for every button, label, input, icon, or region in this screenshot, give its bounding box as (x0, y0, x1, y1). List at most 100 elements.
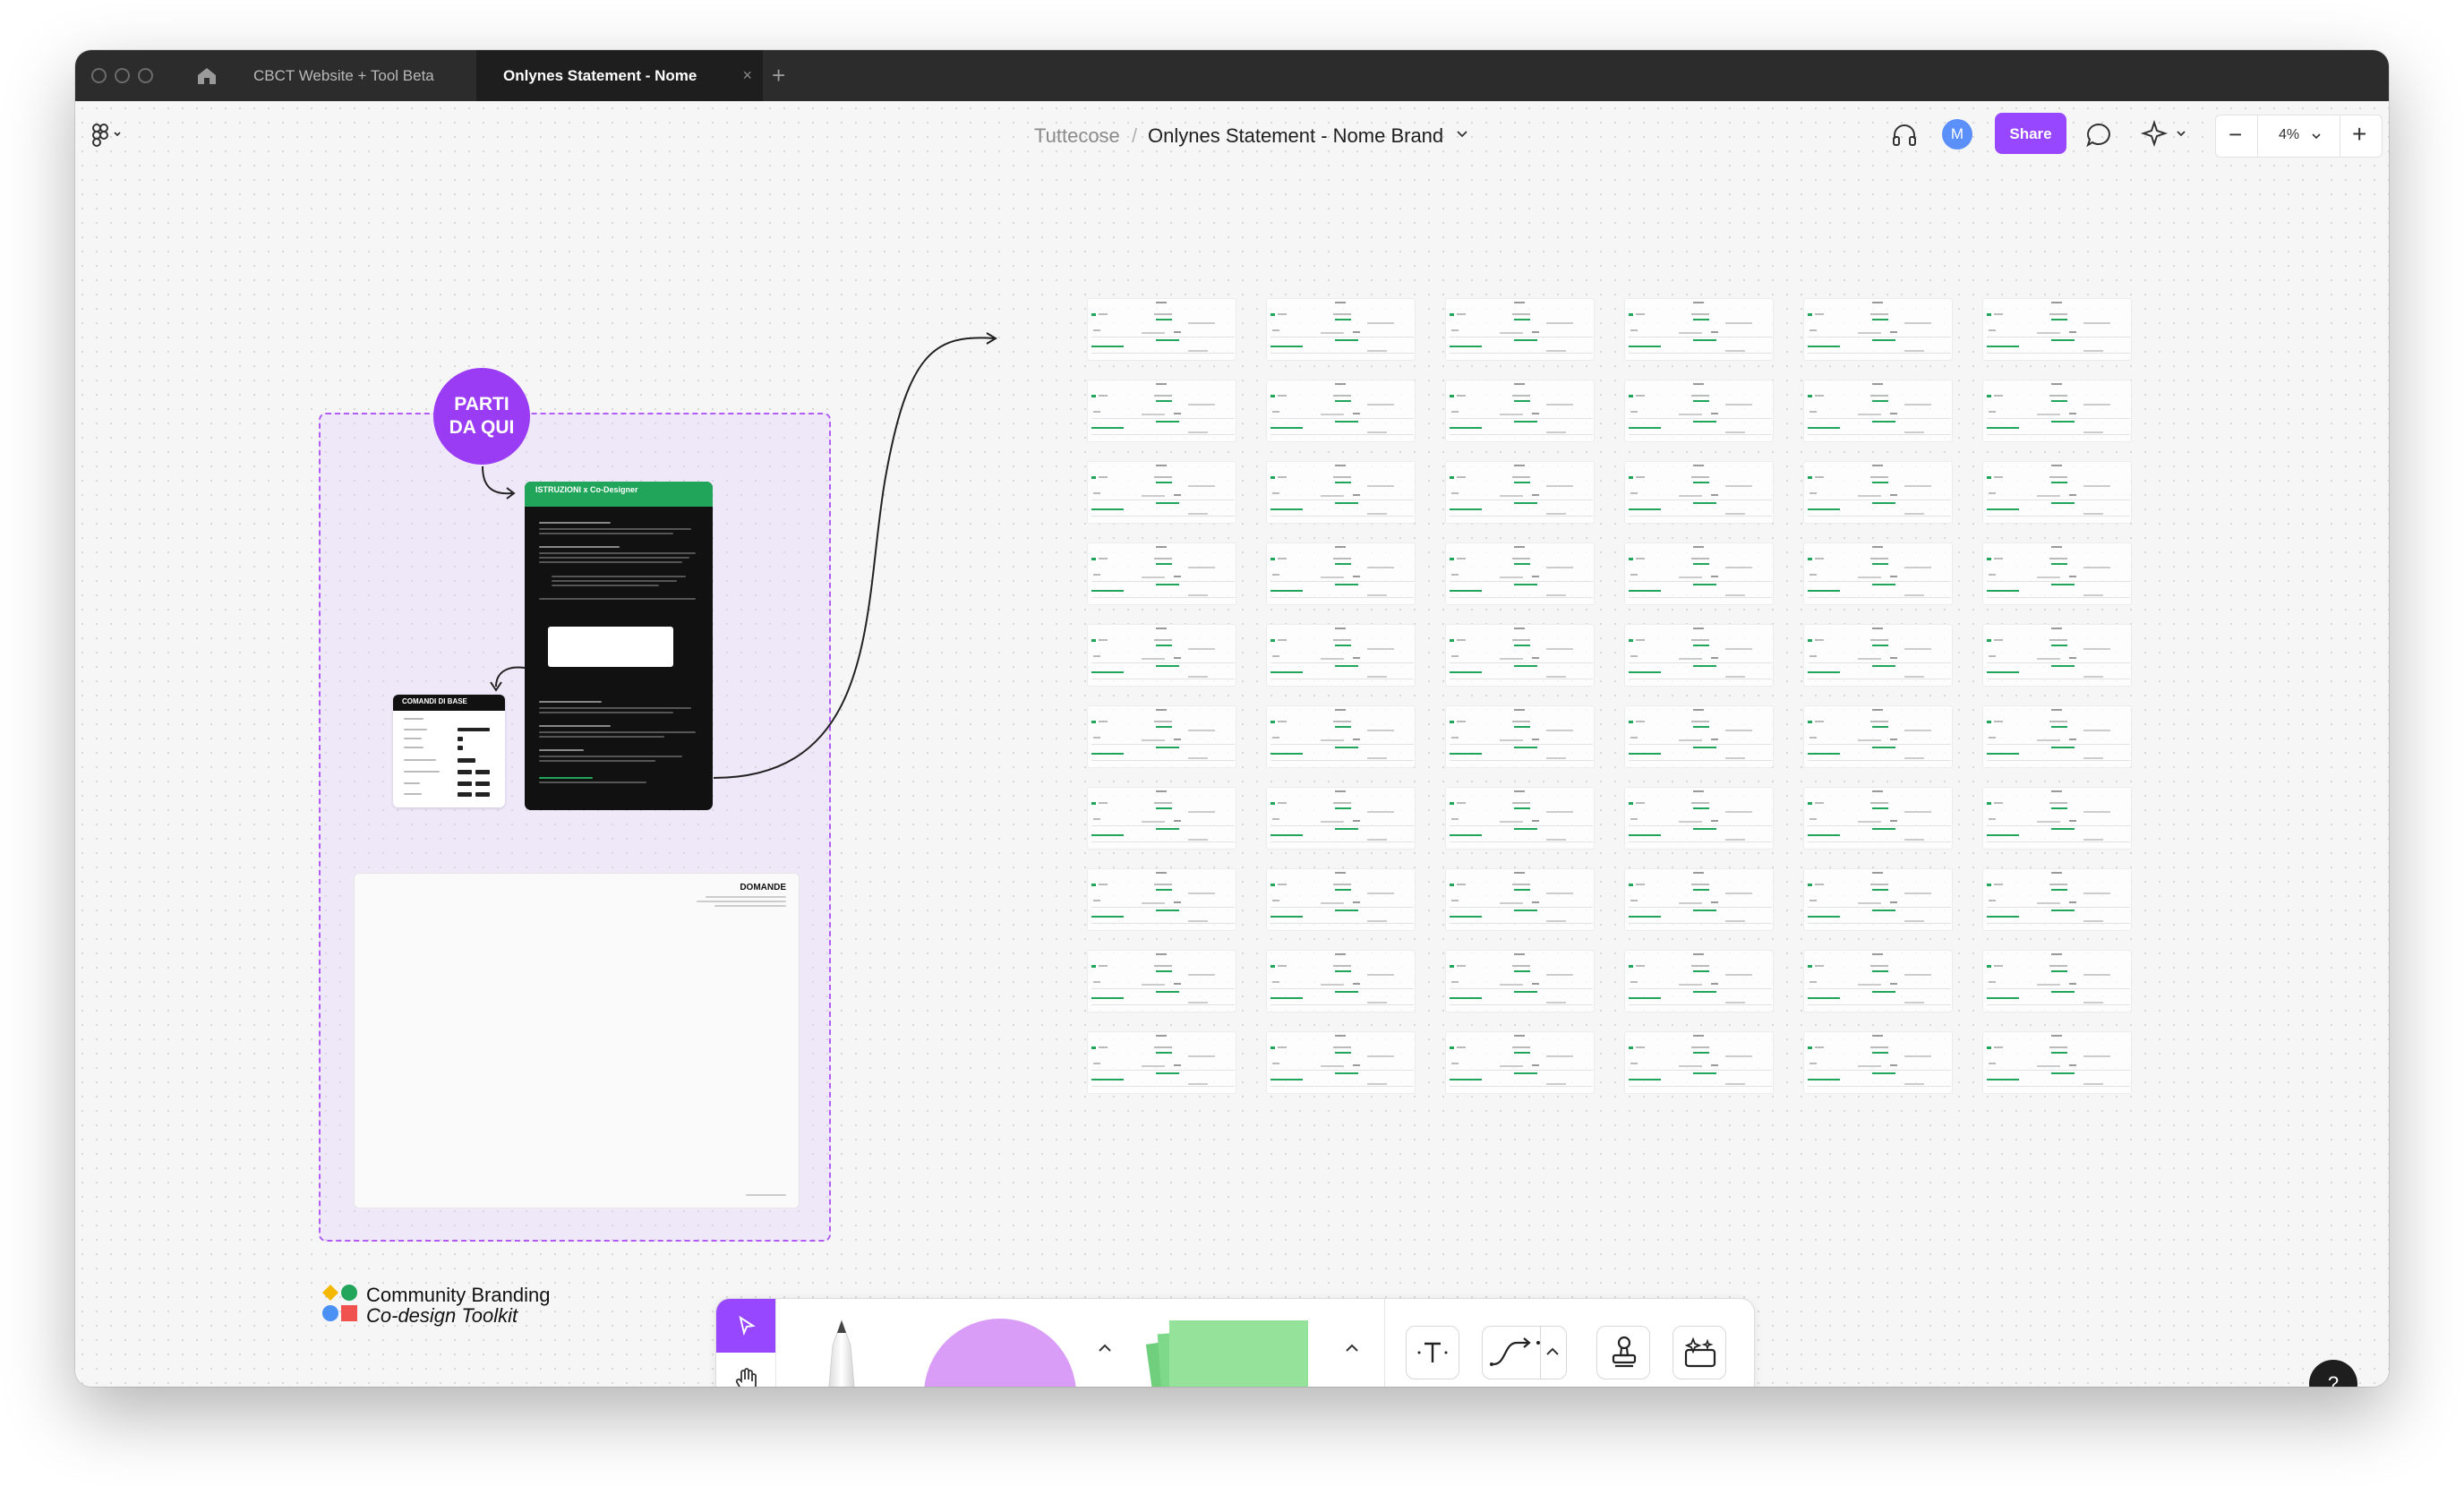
statement-card-thumbnail[interactable] (1982, 705, 2132, 768)
close-window-button[interactable] (91, 68, 107, 83)
text-tool[interactable] (1406, 1326, 1459, 1379)
statement-card-thumbnail[interactable] (1087, 787, 1236, 850)
statement-card-thumbnail[interactable] (1266, 298, 1416, 361)
statement-card-thumbnail[interactable] (1266, 950, 1416, 1012)
statement-card-thumbnail[interactable] (1445, 868, 1595, 931)
creation-toolbar (715, 1298, 1755, 1387)
title-bar: CBCT Website + Tool Beta Onlynes Stateme… (75, 50, 2389, 135)
statement-card-thumbnail[interactable] (1087, 1031, 1236, 1094)
tab-label: CBCT Website + Tool Beta (253, 67, 434, 84)
statement-card-thumbnail[interactable] (1982, 380, 2132, 442)
statement-card-thumbnail[interactable] (1982, 868, 2132, 931)
pen-tool[interactable] (806, 1315, 877, 1387)
statement-card-thumbnail[interactable] (1266, 787, 1416, 850)
statement-card-thumbnail[interactable] (1624, 298, 1774, 361)
statement-card-thumbnail[interactable] (1803, 624, 1953, 687)
maximize-window-button[interactable] (138, 68, 153, 83)
statement-card-thumbnail[interactable] (1266, 624, 1416, 687)
instructions-card-title: ISTRUZIONI x Co-Designer (525, 482, 713, 507)
statement-card-thumbnail[interactable] (1445, 1031, 1595, 1094)
statement-card-thumbnail[interactable] (1624, 705, 1774, 768)
hand-tool[interactable] (716, 1353, 775, 1387)
statement-card-thumbnail[interactable] (1266, 705, 1416, 768)
chevron-up-icon[interactable] (1096, 1342, 1114, 1354)
statement-card-thumbnail[interactable] (1982, 624, 2132, 687)
statement-card-thumbnail[interactable] (1624, 461, 1774, 524)
new-tab-plus-icon[interactable]: + (772, 50, 785, 101)
statement-card-thumbnail[interactable] (1803, 461, 1953, 524)
statement-card-thumbnail[interactable] (1803, 868, 1953, 931)
statement-card-thumbnail[interactable] (1445, 542, 1595, 605)
statement-card-thumbnail[interactable] (1982, 298, 2132, 361)
connector-icon (1490, 1337, 1540, 1366)
tab-cbct-website[interactable]: CBCT Website + Tool Beta (227, 50, 461, 101)
statement-card-thumbnail[interactable] (1803, 298, 1953, 361)
statement-card-thumbnail[interactable] (1266, 380, 1416, 442)
statement-card-thumbnail[interactable] (1982, 542, 2132, 605)
statement-card-thumbnail[interactable] (1803, 1031, 1953, 1094)
statement-card-thumbnail[interactable] (1624, 868, 1774, 931)
statement-card-thumbnail[interactable] (1266, 1031, 1416, 1094)
statement-card-thumbnail[interactable] (1803, 705, 1953, 768)
chevron-up-icon[interactable] (1343, 1342, 1361, 1354)
brand-shapes-icon (322, 1285, 357, 1321)
statement-card-thumbnail[interactable] (1982, 461, 2132, 524)
stamp-tool[interactable] (1596, 1326, 1650, 1379)
statement-card-thumbnail[interactable] (1445, 461, 1595, 524)
brand-logo: Community Branding Co-design Toolkit (321, 1284, 550, 1328)
statement-card-thumbnail[interactable] (1445, 624, 1595, 687)
statement-card-thumbnail[interactable] (1087, 705, 1236, 768)
divider (775, 1299, 776, 1387)
statement-card-thumbnail[interactable] (1445, 380, 1595, 442)
statement-card-thumbnail[interactable] (1803, 380, 1953, 442)
statement-card-thumbnail[interactable] (1087, 542, 1236, 605)
questions-card[interactable]: DOMANDE (354, 873, 800, 1208)
statement-card-thumbnail[interactable] (1087, 298, 1236, 361)
statement-card-thumbnail[interactable] (1445, 298, 1595, 361)
minimize-window-button[interactable] (115, 68, 130, 83)
sticky-note-tool[interactable] (1169, 1320, 1308, 1387)
statement-card-thumbnail[interactable] (1087, 868, 1236, 931)
statement-card-thumbnail[interactable] (1624, 624, 1774, 687)
statement-card-thumbnail[interactable] (1266, 868, 1416, 931)
statement-card-thumbnail[interactable] (1624, 1031, 1774, 1094)
statement-card-thumbnail[interactable] (1087, 624, 1236, 687)
questions-card-title: DOMANDE (740, 883, 786, 892)
statement-card-thumbnail[interactable] (1087, 380, 1236, 442)
statement-card-thumbnail[interactable] (1087, 461, 1236, 524)
stamp-icon (1612, 1336, 1637, 1368)
statement-card-thumbnail[interactable] (1266, 461, 1416, 524)
statement-card-thumbnail[interactable] (1803, 542, 1953, 605)
chevron-up-icon[interactable] (1544, 1346, 1561, 1357)
statement-card-thumbnail[interactable] (1624, 950, 1774, 1012)
statement-card-thumbnail[interactable] (1803, 787, 1953, 850)
statement-card-thumbnail[interactable] (1803, 950, 1953, 1012)
commands-card[interactable]: COMANDI DI BASE (393, 695, 505, 807)
tab-onlynes-statement[interactable]: Onlynes Statement - Nome Brand × (476, 50, 763, 135)
connector-tool[interactable] (1482, 1326, 1567, 1379)
statement-card-thumbnail[interactable] (1445, 950, 1595, 1012)
divider (1384, 1299, 1385, 1387)
whiteboard-canvas[interactable]: Tuttecose / Onlynes Statement - Nome Bra… (75, 101, 2389, 1387)
statement-card-thumbnail[interactable] (1982, 950, 2132, 1012)
statement-card-thumbnail[interactable] (1624, 380, 1774, 442)
commands-card-title: COMANDI DI BASE (393, 695, 505, 711)
statement-card-thumbnail[interactable] (1445, 705, 1595, 768)
select-tool[interactable] (716, 1299, 775, 1353)
close-tab-icon[interactable]: × (742, 50, 752, 101)
select-cursor-icon (739, 1315, 756, 1337)
text-tool-icon (1417, 1342, 1448, 1362)
statement-card-thumbnail[interactable] (1624, 542, 1774, 605)
home-icon[interactable] (195, 64, 218, 88)
statement-card-thumbnail[interactable] (1624, 787, 1774, 850)
statement-card-thumbnail[interactable] (1445, 787, 1595, 850)
shape-circle-tool[interactable] (924, 1319, 1076, 1387)
statement-card-thumbnail[interactable] (1982, 1031, 2132, 1094)
hand-icon (735, 1368, 757, 1387)
statement-card-thumbnail[interactable] (1982, 787, 2132, 850)
statement-card-thumbnail[interactable] (1266, 542, 1416, 605)
instructions-card[interactable]: ISTRUZIONI x Co-Designer (525, 482, 713, 810)
widget-tool[interactable] (1673, 1326, 1726, 1379)
statement-card-thumbnail[interactable] (1087, 950, 1236, 1012)
preview-thumbnail (548, 627, 673, 667)
